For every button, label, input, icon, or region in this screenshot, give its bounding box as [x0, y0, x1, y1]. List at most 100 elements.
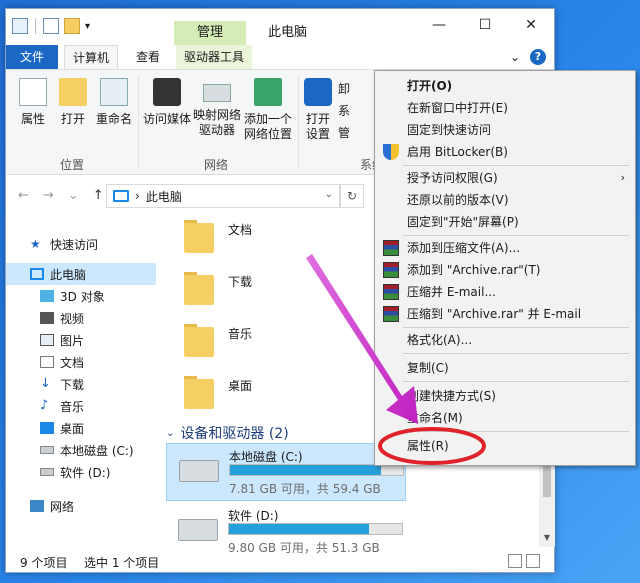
chevron-down-icon[interactable]: ⌄: [325, 189, 333, 200]
properties-ribbon-button[interactable]: 属性: [16, 78, 50, 127]
menu-item-label: 启用 BitLocker(B): [407, 145, 508, 159]
address-input[interactable]: › 此电脑 ⌄: [106, 184, 340, 208]
sidebar-item-3d-objects[interactable]: 3D 对象: [6, 285, 156, 307]
menu-item-grant-access[interactable]: 授予访问权限(G) ›: [375, 167, 635, 189]
sidebar-item-network[interactable]: 网络: [6, 495, 156, 517]
sidebar-item-label: 音乐: [60, 399, 85, 414]
scroll-down-icon[interactable]: ▼: [539, 533, 555, 547]
menu-item-open-new-window[interactable]: 在新窗口中打开(E): [375, 97, 635, 119]
folder-label[interactable]: 下载: [228, 273, 252, 290]
menu-item-restore-versions[interactable]: 还原以前的版本(V): [375, 189, 635, 211]
document-icon: [40, 356, 54, 368]
add-network-location-button[interactable]: 添加一个 网络位置: [242, 78, 294, 142]
context-menu: 打开(O) 在新窗口中打开(E) 固定到快速访问 启用 BitLocker(B)…: [374, 70, 636, 466]
menu-item-label: 压缩到 "Archive.rar" 并 E-mail: [407, 307, 582, 321]
open-ribbon-button[interactable]: 打开: [56, 78, 90, 127]
computer-icon[interactable]: [12, 18, 28, 34]
sidebar-item-drive-d[interactable]: 软件 (D:): [6, 461, 156, 483]
shield-icon: [383, 144, 399, 160]
back-arrow-icon[interactable]: ←: [18, 188, 29, 203]
details-view-icon[interactable]: [508, 554, 522, 568]
menu-item-format[interactable]: 格式化(A)...: [375, 329, 635, 351]
menu-item-compress-rar-email[interactable]: 压缩到 "Archive.rar" 并 E-mail: [375, 303, 635, 325]
divider: [35, 18, 36, 34]
menu-item-rename[interactable]: 重命名(M): [375, 407, 635, 429]
menu-item-copy[interactable]: 复制(C): [375, 357, 635, 379]
new-folder-icon[interactable]: [64, 18, 80, 34]
open-settings-label-line1: 打开: [305, 112, 330, 126]
up-arrow-icon[interactable]: ↑: [93, 188, 104, 203]
divider: [403, 327, 629, 328]
section-header[interactable]: ⌄ 设备和驱动器 (2): [166, 423, 289, 443]
downloads-folder-icon[interactable]: [184, 269, 220, 305]
windows-drive-icon: [179, 460, 219, 482]
minimize-button[interactable]: —: [416, 9, 462, 42]
menu-item-pin-quick-access[interactable]: 固定到快速访问: [375, 119, 635, 141]
tab-drive-tools[interactable]: 驱动器工具: [176, 45, 253, 69]
desktop-icon: [40, 422, 54, 434]
sidebar-item-downloads[interactable]: ↓ 下载: [6, 373, 156, 395]
breadcrumb-separator-icon[interactable]: ›: [135, 189, 140, 203]
sidebar-item-documents[interactable]: 文档: [6, 351, 156, 373]
video-icon: [40, 312, 54, 324]
drive-usage-fill: [230, 465, 381, 475]
nav-buttons: ← → ⌄ ↑: [18, 188, 104, 203]
tab-manage[interactable]: 管理: [174, 21, 246, 45]
title-bar: ▾ 管理 此电脑 — ☐ ✕: [6, 9, 554, 45]
drive-c-item[interactable]: 本地磁盘 (C:) 7.81 GB 可用，共 59.4 GB: [166, 443, 406, 501]
forward-arrow-icon[interactable]: →: [43, 188, 54, 203]
sidebar-item-desktop[interactable]: 桌面: [6, 417, 156, 439]
winrar-icon: [383, 262, 399, 278]
music-folder-icon[interactable]: [184, 321, 220, 357]
menu-item-compress-email[interactable]: 压缩并 E-mail...: [375, 281, 635, 303]
media-icon: [153, 78, 181, 106]
map-network-drive-button[interactable]: 映射网络 驱动器: [192, 78, 242, 138]
properties-icon[interactable]: [43, 18, 59, 34]
refresh-button[interactable]: ↻: [340, 184, 364, 208]
menu-item-add-rar[interactable]: 添加到 "Archive.rar"(T): [375, 259, 635, 281]
tab-file[interactable]: 文件: [6, 45, 58, 69]
folder-label[interactable]: 文档: [228, 221, 252, 238]
sidebar-item-videos[interactable]: 视频: [6, 307, 156, 329]
sidebar-item-this-pc[interactable]: 此电脑: [6, 263, 156, 285]
drive-name: 软件 (D:): [228, 509, 279, 523]
sidebar-item-music[interactable]: ♪ 音乐: [6, 395, 156, 417]
rename-ribbon-button[interactable]: 重命名: [94, 78, 134, 127]
open-settings-label-line2: 设置: [305, 127, 330, 141]
drive-name: 本地磁盘 (C:): [229, 450, 303, 464]
folder-label[interactable]: 音乐: [228, 325, 252, 342]
sidebar-item-quick-access[interactable]: ★ 快速访问: [6, 233, 156, 255]
menu-item-create-shortcut[interactable]: 创建快捷方式(S): [375, 385, 635, 407]
sidebar-item-label: 快速访问: [50, 237, 99, 252]
sidebar-item-label: 图片: [60, 333, 85, 348]
map-drive-label-line1: 映射网络: [192, 108, 241, 122]
close-button[interactable]: ✕: [508, 9, 554, 42]
add-location-label-line2: 网络位置: [243, 127, 292, 141]
sidebar-item-drive-c[interactable]: 本地磁盘 (C:): [6, 439, 156, 461]
menu-item-open[interactable]: 打开(O): [375, 75, 635, 97]
system-group-partial[interactable]: 卸 系 管: [338, 78, 372, 144]
section-title: 设备和驱动器 (2): [180, 426, 289, 442]
maximize-button[interactable]: ☐: [462, 9, 508, 42]
chevron-down-icon[interactable]: ⌄: [510, 50, 520, 64]
tab-computer[interactable]: 计算机: [64, 45, 119, 69]
drive-usage-bar: [228, 523, 403, 535]
ribbon-right-controls: ⌄ ?: [510, 49, 546, 65]
breadcrumb[interactable]: 此电脑: [146, 188, 182, 205]
chevron-down-icon[interactable]: ⌄: [166, 428, 174, 439]
menu-item-properties[interactable]: 属性(R): [375, 435, 635, 457]
help-icon[interactable]: ?: [530, 49, 546, 65]
tab-view[interactable]: 查看: [128, 45, 168, 69]
open-settings-button[interactable]: 打开 设置: [302, 78, 334, 142]
documents-folder-icon[interactable]: [184, 217, 220, 253]
recent-dropdown-icon[interactable]: ⌄: [68, 188, 79, 203]
menu-item-add-archive[interactable]: 添加到压缩文件(A)...: [375, 237, 635, 259]
large-icons-view-icon[interactable]: [526, 554, 540, 568]
access-media-button[interactable]: 访问媒体: [142, 78, 192, 127]
sidebar-item-pictures[interactable]: 图片: [6, 329, 156, 351]
folder-label[interactable]: 桌面: [228, 377, 252, 394]
desktop-folder-icon[interactable]: [184, 373, 220, 409]
qat-dropdown-icon[interactable]: ▾: [85, 21, 90, 32]
menu-item-bitlocker[interactable]: 启用 BitLocker(B): [375, 141, 635, 163]
menu-item-pin-start[interactable]: 固定到"开始"屏幕(P): [375, 211, 635, 233]
